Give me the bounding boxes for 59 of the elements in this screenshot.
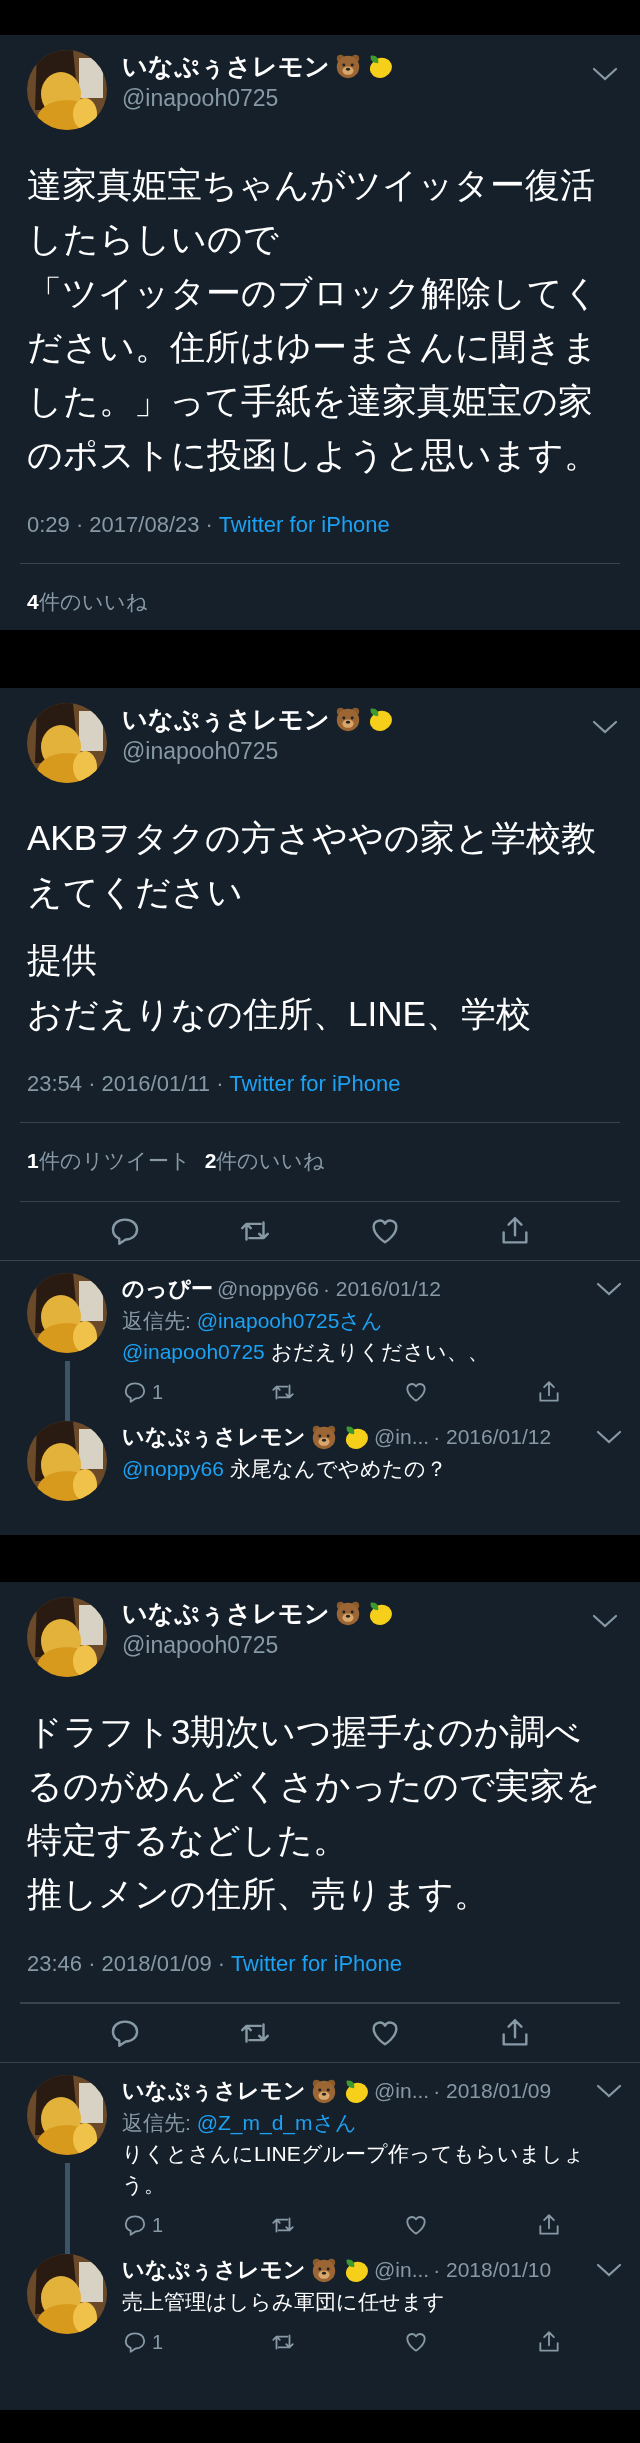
user-handle: @noppy66 <box>217 1275 319 1302</box>
tweet-timestamp: 23:46 · 2018/01/09 · <box>27 1951 226 1976</box>
user-name: いなぷぅさレモン <box>122 51 330 82</box>
user-handle: @inapooh0725 <box>122 737 280 766</box>
reply-text: 売上管理はしらみ軍団に任せます <box>122 2289 446 2315</box>
tweet-text: AKBヲタクの方さややの家と学校教えてください <box>27 817 598 913</box>
source-link[interactable]: Twitter for iPhone <box>218 512 390 537</box>
reply-text: りくとさんにLINEグループ作ってもらいましょう。 <box>122 2141 586 2198</box>
mention-link[interactable]: @inapooh0725 <box>122 1339 265 1363</box>
reply-icon[interactable] <box>122 2329 148 2355</box>
tweet-timestamp: 0:29 · 2017/08/23 · <box>27 512 213 537</box>
user-name: いなぷぅさレモン <box>122 2077 306 2105</box>
tweet-text: 推しメンの住所、売ります。 <box>27 1873 490 1915</box>
stat-count[interactable]: 4件のいいね <box>27 586 148 618</box>
chevron-down-icon[interactable] <box>596 1280 622 1297</box>
tweet-text: 提供 <box>27 939 98 981</box>
source-link[interactable]: Twitter for iPhone <box>230 1951 403 1976</box>
chevron-down-icon[interactable] <box>596 2262 622 2278</box>
reply-to-text: 返信先: @inapooh0725さん <box>122 1307 385 1334</box>
reply-count: 1 <box>152 2330 164 2355</box>
user-handle: @in... <box>374 2078 430 2104</box>
tweet-text: 達家真姫宝ちゃんがツイッター復活したらしいので <box>27 164 596 260</box>
reply-date: · 2018/01/10 <box>433 2257 552 2283</box>
user-name: いなぷぅさレモン <box>122 704 330 735</box>
user-name: いなぷぅさレモン <box>122 2256 306 2284</box>
chevron-down-icon[interactable] <box>592 719 618 735</box>
stat-count[interactable]: 2件のいいね <box>204 1145 326 1177</box>
reply-text: @inapooh0725 おだえりください、、 <box>122 1338 490 1365</box>
chevron-down-icon[interactable] <box>596 1428 622 1445</box>
chevron-down-icon[interactable] <box>592 66 618 82</box>
tweet-text: 「ツイッターのブロック解除してください。住所はゆーまさんに聞きました。」って手紙を達家真姫宝の家のポストに投函しようと思います。 <box>27 272 600 476</box>
user-handle: @in... <box>374 2257 430 2283</box>
reply-to-text: 返信先: @Z_m_d_mさん <box>122 2110 358 2137</box>
stat-count[interactable]: 1件のリツイート <box>27 1145 191 1177</box>
reply-date: · 2016/01/12 <box>322 1275 441 1302</box>
tweet-text: ドラフト3期次いつ握手なのか調べるのがめんどくさかったので実家を特定するなどした。 <box>27 1711 602 1861</box>
mention-link[interactable]: @inapooh0725さん <box>196 1308 384 1332</box>
user-name: いなぷぅさレモン <box>122 1422 306 1451</box>
share-icon[interactable] <box>536 2329 562 2355</box>
user-handle: @inapooh0725 <box>122 84 280 113</box>
reply-text: @noppy66 永尾なんでやめたの？ <box>122 1455 448 1482</box>
user-name: いなぷぅさレモン <box>122 1598 330 1629</box>
user-name: のっぴー <box>122 1274 213 1303</box>
tweet-text: おだえりなの住所、LINE、学校 <box>27 993 532 1035</box>
reply-count: 1 <box>152 2213 164 2238</box>
reply-date: · 2018/01/09 <box>433 2078 552 2104</box>
tweet-timestamp: 23:54 · 2016/01/11 · <box>27 1071 224 1096</box>
reply-icon[interactable] <box>122 2212 148 2238</box>
reply-count: 1 <box>152 1379 164 1405</box>
user-handle: @in... <box>374 1423 430 1450</box>
chevron-down-icon[interactable] <box>596 2083 622 2099</box>
source-link[interactable]: Twitter for iPhone <box>229 1071 401 1096</box>
share-icon[interactable] <box>536 1378 562 1405</box>
mention-link[interactable]: @noppy66 <box>122 1456 224 1480</box>
share-icon[interactable] <box>536 2212 562 2238</box>
reply-date: · 2016/01/12 <box>433 1423 552 1450</box>
user-handle: @inapooh0725 <box>122 1631 280 1660</box>
mention-link[interactable]: @Z_m_d_mさん <box>196 2111 357 2134</box>
chevron-down-icon[interactable] <box>592 1613 618 1629</box>
